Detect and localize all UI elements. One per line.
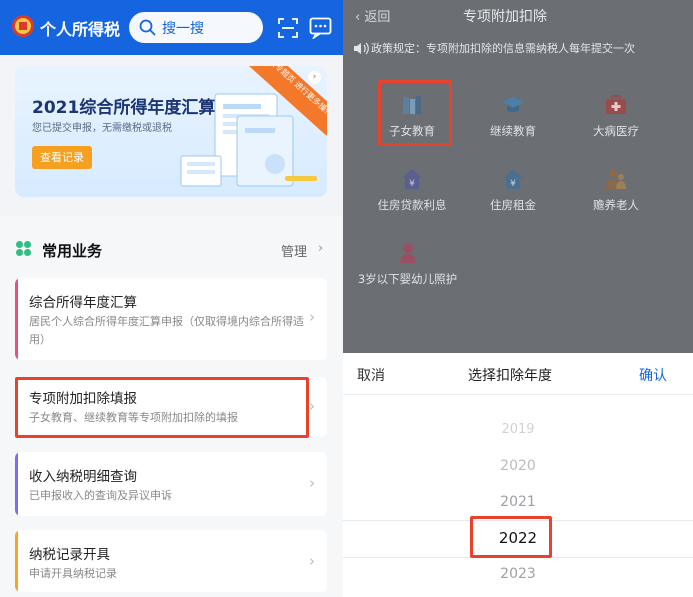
category-housing-loan[interactable]: ¥ 住房贷款利息 (364, 167, 460, 213)
category-label: 赡养老人 (593, 198, 639, 212)
speaker-icon (354, 42, 369, 55)
svg-text:¥: ¥ (510, 179, 516, 189)
svg-text:¥: ¥ (409, 179, 415, 189)
service-card-special-deduction[interactable]: 专项附加扣除填报 子女教育、继续教育等专项附加扣除的填报 › (15, 377, 327, 437)
category-continuing-education[interactable]: 继续教育 (465, 93, 561, 139)
chevron-right-icon: › (309, 397, 315, 415)
card-description: 申请开具纳税记录 (29, 567, 117, 580)
card-title: 综合所得年度汇算 (29, 295, 137, 311)
tax-emblem-icon (12, 15, 34, 37)
card-description: 已申报收入的查询及异议申诉 (29, 489, 172, 502)
scan-icon[interactable] (277, 17, 299, 39)
chevron-right-icon: › (309, 552, 315, 570)
card-accent-bar (15, 530, 18, 592)
app-title: 个人所得税 (40, 20, 121, 39)
year-option-selected[interactable]: 2022 (343, 529, 693, 547)
category-label: 3岁以下婴幼儿照护 (357, 272, 458, 286)
policy-notice: 政策规定：专项附加扣除的信息需纳税人每年提交一次 (371, 42, 635, 55)
card-description: 子女教育、继续教育等专项附加扣除的填报 (29, 411, 238, 424)
card-title: 专项附加扣除填报 (29, 391, 137, 407)
view-records-button[interactable]: 查看记录 (32, 146, 92, 169)
category-label: 继续教育 (490, 124, 536, 138)
message-icon[interactable] (309, 16, 332, 39)
category-label: 大病医疗 (593, 124, 639, 138)
annual-settlement-banner[interactable]: 2021综合所得年度汇算 您已提交申报，无需缴税或退税 查看记录 进入专题页 进… (15, 66, 327, 197)
category-label: 住房租金 (490, 198, 536, 212)
banner-subtitle: 您已提交申报，无需缴税或退税 (32, 123, 172, 134)
section-title: 常用业务 (42, 242, 103, 260)
search-box[interactable]: 搜一搜 (129, 12, 263, 43)
year-option[interactable]: 2019 (343, 422, 693, 437)
dimmed-background: ‹ 返回 专项附加扣除 政策规定：专项附加扣除的信息需纳税人每年提交一次 子女教… (343, 0, 693, 353)
year-option[interactable]: 2021 (343, 494, 693, 510)
apps-grid-icon (16, 241, 31, 256)
cancel-button[interactable]: 取消 (357, 365, 385, 385)
confirm-button[interactable]: 确认 (639, 365, 667, 385)
search-icon (139, 19, 156, 36)
card-accent-bar (15, 278, 18, 360)
search-placeholder: 搜一搜 (162, 21, 204, 37)
selection-divider (343, 520, 693, 521)
medical-kit-icon (606, 95, 626, 114)
year-picker-header: 取消 选择扣除年度 确认 (343, 353, 693, 395)
service-card-annual-settlement[interactable]: 综合所得年度汇算 居民个人综合所得年度汇算申报（仅取得境内综合所得适用） › (15, 278, 327, 360)
elderly-care-icon (606, 169, 626, 189)
back-label: 返回 (364, 10, 391, 25)
service-card-tax-record[interactable]: 纳税记录开具 申请开具纳税记录 › (15, 530, 327, 592)
category-label: 住房贷款利息 (377, 198, 447, 212)
house-rent-icon: ¥ (503, 169, 523, 189)
card-accent-bar (15, 377, 18, 437)
chevron-right-icon: › (309, 308, 315, 326)
picker-title: 选择扣除年度 (468, 368, 552, 384)
page-title: 专项附加扣除 (463, 9, 547, 25)
left-phone-screen: 个人所得税 搜一搜 2021综合所得年度汇算 您已提交申报，无需缴税或退税 查看… (0, 0, 343, 597)
card-accent-bar (15, 452, 18, 516)
app-header: 个人所得税 搜一搜 (0, 0, 343, 55)
year-option[interactable]: 2023 (343, 566, 693, 582)
selection-divider (343, 557, 693, 558)
manage-link[interactable]: 管理 (281, 241, 307, 260)
year-option[interactable]: 2020 (343, 458, 693, 474)
card-title: 收入纳税明细查询 (29, 469, 137, 485)
service-card-income-query[interactable]: 收入纳税明细查询 已申报收入的查询及异议申诉 › (15, 452, 327, 516)
chevron-right-icon[interactable]: › (308, 71, 321, 84)
category-elderly-support[interactable]: 赡养老人 (568, 167, 664, 213)
right-phone-screen: ‹ 返回 专项附加扣除 政策规定：专项附加扣除的信息需纳税人每年提交一次 子女教… (343, 0, 693, 597)
card-title: 纳税记录开具 (29, 547, 110, 563)
chevron-right-icon[interactable]: › (318, 241, 323, 256)
house-loan-icon: ¥ (402, 169, 422, 189)
card-description: 居民个人综合所得年度汇算申报（仅取得境内综合所得适用） (29, 315, 304, 346)
infant-care-icon (399, 243, 416, 263)
category-child-education[interactable]: 子女教育 (364, 93, 460, 139)
category-housing-rent[interactable]: ¥ 住房租金 (465, 167, 561, 213)
category-label: 子女教育 (389, 124, 435, 138)
child-education-icon (403, 96, 421, 114)
chevron-right-icon: › (309, 474, 315, 492)
graduation-cap-icon (502, 97, 524, 113)
category-infant-care[interactable]: 3岁以下婴幼儿照护 (355, 241, 460, 287)
back-button[interactable]: ‹ 返回 (355, 6, 390, 25)
category-serious-illness[interactable]: 大病医疗 (568, 93, 664, 139)
